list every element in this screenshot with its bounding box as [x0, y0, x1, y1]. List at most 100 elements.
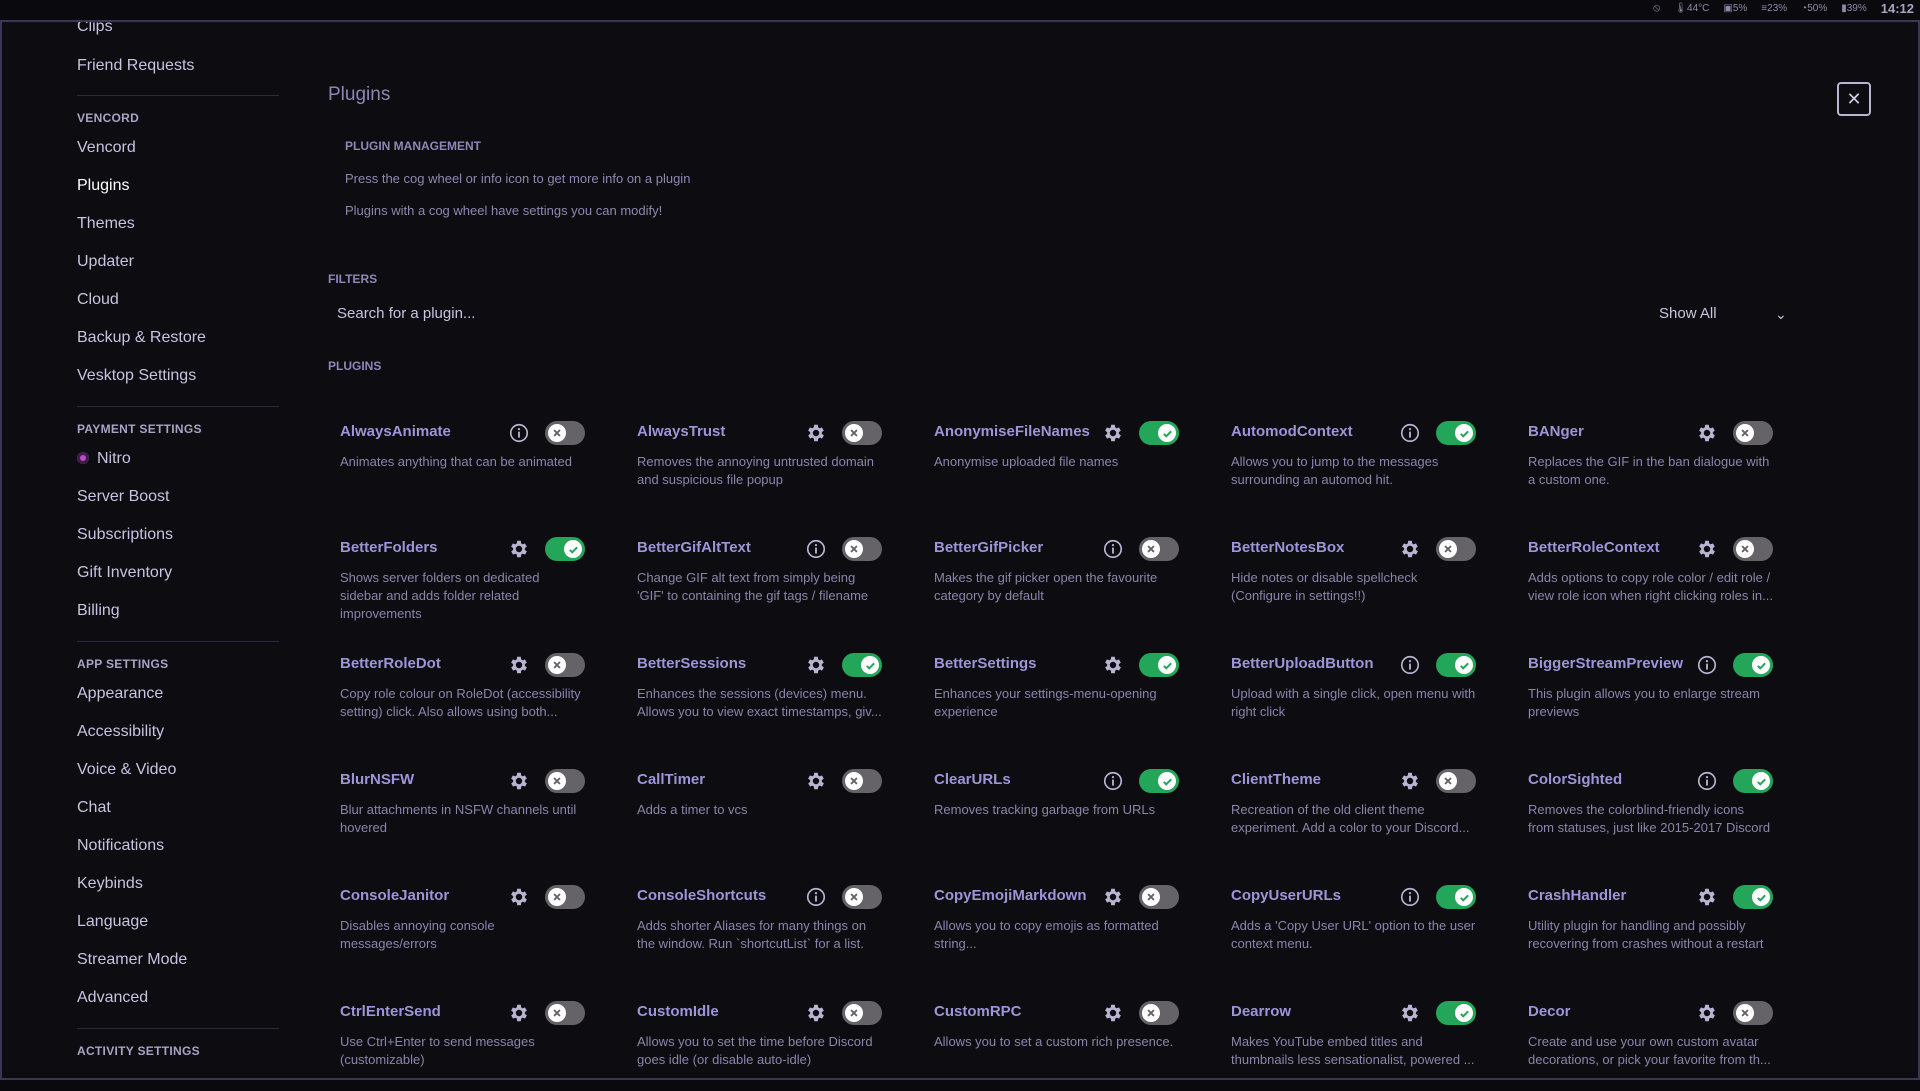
plugin-toggle[interactable]: [1139, 653, 1179, 677]
sidebar-header-activity-settings: ACTIVITY SETTINGS: [77, 1044, 200, 1058]
sidebar-item-cloud[interactable]: Cloud: [77, 291, 119, 309]
plugin-toggle[interactable]: [1436, 769, 1476, 793]
sidebar-header-app-settings: APP SETTINGS: [77, 657, 169, 671]
cog-icon[interactable]: [1399, 770, 1421, 792]
sidebar-item-appearance[interactable]: Appearance: [77, 685, 163, 703]
cog-icon[interactable]: [805, 770, 827, 792]
plugin-toggle[interactable]: [842, 885, 882, 909]
plugin-toggle[interactable]: [1733, 885, 1773, 909]
plugin-description: Upload with a single click, open menu wi…: [1231, 686, 1476, 719]
cog-icon[interactable]: [805, 654, 827, 676]
plugin-toggle[interactable]: [545, 885, 585, 909]
info-icon[interactable]: [1102, 770, 1124, 792]
info-icon[interactable]: [1399, 886, 1421, 908]
plugin-toggle[interactable]: [545, 1001, 585, 1025]
page-title: Plugins: [328, 84, 391, 105]
sidebar-item-server-boost[interactable]: Server Boost: [77, 488, 169, 506]
plugin-filter-select[interactable]: Show All: [1659, 305, 1717, 322]
sidebar-item-plugins[interactable]: Plugins: [77, 177, 129, 195]
x-icon: [845, 888, 863, 906]
plugin-name: Dearrow: [1231, 1003, 1292, 1020]
plugin-name: BiggerStreamPreview: [1528, 655, 1684, 672]
plugin-toggle[interactable]: [1436, 537, 1476, 561]
plugin-toggle[interactable]: [1139, 537, 1179, 561]
plugin-toggle[interactable]: [1733, 1001, 1773, 1025]
plugin-toggle[interactable]: [1139, 421, 1179, 445]
memory-indicator: ≡23%: [1761, 3, 1788, 14]
sidebar-item-backup-restore[interactable]: Backup & Restore: [77, 329, 206, 347]
cog-icon[interactable]: [805, 422, 827, 444]
plugin-toggle[interactable]: [545, 653, 585, 677]
plugin-toggle[interactable]: [1733, 653, 1773, 677]
sidebar-item-vencord[interactable]: Vencord: [77, 139, 136, 157]
cog-icon[interactable]: [508, 770, 530, 792]
sidebar-item-chat[interactable]: Chat: [77, 799, 111, 817]
sidebar-item-notifications[interactable]: Notifications: [77, 837, 164, 855]
sidebar-item-streamer-mode[interactable]: Streamer Mode: [77, 951, 187, 969]
sidebar-item-subscriptions[interactable]: Subscriptions: [77, 526, 173, 544]
sidebar-item-billing[interactable]: Billing: [77, 602, 120, 620]
plugin-toggle[interactable]: [1139, 885, 1179, 909]
cog-icon[interactable]: [508, 886, 530, 908]
plugin-search-input[interactable]: Search for a plugin...: [337, 305, 475, 322]
plugin-toggle[interactable]: [1733, 421, 1773, 445]
cog-icon[interactable]: [1696, 886, 1718, 908]
cog-icon[interactable]: [508, 538, 530, 560]
cog-icon[interactable]: [1102, 422, 1124, 444]
plugin-toggle[interactable]: [1733, 537, 1773, 561]
check-icon: [564, 540, 582, 558]
plugin-toggle[interactable]: [1436, 421, 1476, 445]
info-icon[interactable]: [805, 538, 827, 560]
plugin-toggle[interactable]: [1139, 1001, 1179, 1025]
sidebar-item-gift-inventory[interactable]: Gift Inventory: [77, 564, 172, 582]
plugin-toggle[interactable]: [842, 421, 882, 445]
cog-icon[interactable]: [508, 654, 530, 676]
info-icon[interactable]: [1399, 422, 1421, 444]
close-settings-button[interactable]: ✕: [1837, 82, 1871, 116]
cog-icon[interactable]: [1696, 422, 1718, 444]
x-icon: [1736, 540, 1754, 558]
sidebar-item-nitro[interactable]: Nitro: [77, 450, 131, 468]
cog-icon[interactable]: [805, 1002, 827, 1024]
eye-off-icon[interactable]: ⦸: [1653, 2, 1660, 15]
sidebar-item-clips[interactable]: Clips: [77, 22, 113, 36]
info-icon[interactable]: [508, 422, 530, 444]
info-icon[interactable]: [1102, 538, 1124, 560]
plugin-toggle[interactable]: [842, 769, 882, 793]
cog-icon[interactable]: [1102, 654, 1124, 676]
plugin-toggle[interactable]: [842, 653, 882, 677]
cog-icon[interactable]: [1102, 886, 1124, 908]
plugin-toggle[interactable]: [545, 421, 585, 445]
plugin-toggle[interactable]: [1436, 653, 1476, 677]
sidebar-item-vesktop-settings[interactable]: Vesktop Settings: [77, 367, 196, 385]
x-icon: [1736, 1004, 1754, 1022]
sidebar-item-voice-video[interactable]: Voice & Video: [77, 761, 176, 779]
cog-icon[interactable]: [508, 1002, 530, 1024]
plugin-toggle[interactable]: [842, 537, 882, 561]
info-icon[interactable]: [1399, 654, 1421, 676]
sidebar-item-updater[interactable]: Updater: [77, 253, 134, 271]
sidebar-item-advanced[interactable]: Advanced: [77, 989, 148, 1007]
sidebar-item-friend-requests[interactable]: Friend Requests: [77, 57, 194, 75]
plugin-toggle[interactable]: [1436, 885, 1476, 909]
plugin-card-always-trust: AlwaysTrust Removes the annoying untruste…: [625, 415, 883, 511]
plugin-toggle[interactable]: [545, 537, 585, 561]
plugin-toggle[interactable]: [842, 1001, 882, 1025]
cog-icon[interactable]: [1102, 1002, 1124, 1024]
chevron-down-icon[interactable]: ⌄: [1775, 306, 1787, 323]
info-icon[interactable]: [1696, 770, 1718, 792]
info-icon[interactable]: [805, 886, 827, 908]
cog-icon[interactable]: [1696, 1002, 1718, 1024]
sidebar-item-keybinds[interactable]: Keybinds: [77, 875, 143, 893]
plugin-toggle[interactable]: [1436, 1001, 1476, 1025]
plugin-toggle[interactable]: [545, 769, 585, 793]
plugin-toggle[interactable]: [1139, 769, 1179, 793]
plugin-toggle[interactable]: [1733, 769, 1773, 793]
sidebar-item-accessibility[interactable]: Accessibility: [77, 723, 164, 741]
cog-icon[interactable]: [1399, 538, 1421, 560]
cog-icon[interactable]: [1696, 538, 1718, 560]
cog-icon[interactable]: [1399, 1002, 1421, 1024]
sidebar-item-language[interactable]: Language: [77, 913, 148, 931]
info-icon[interactable]: [1696, 654, 1718, 676]
sidebar-item-themes[interactable]: Themes: [77, 215, 135, 233]
